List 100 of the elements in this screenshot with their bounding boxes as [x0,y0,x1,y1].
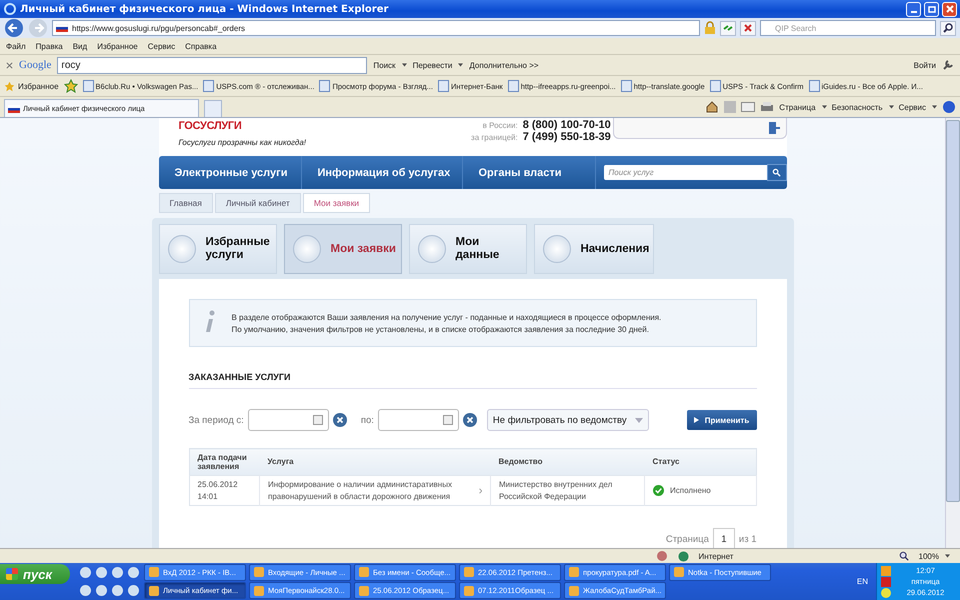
search-button[interactable] [766,164,786,181]
breadcrumb[interactable]: Личный кабинет [214,193,301,213]
quick-launch-icon[interactable] [128,585,138,596]
column-header: Статус [644,448,756,476]
filter-label: За период с: [188,414,244,426]
section-tab[interactable]: Начисления [534,224,654,274]
table-cell: 25.06.2012 14:01 [189,476,260,506]
quick-launch-icon[interactable] [128,566,138,578]
chevron-icon [478,486,482,496]
info-text: В разделе отображаются Ваши заявления на получение услуг - поданные и находящиеся в процессе оформления. [232,312,662,322]
browser-logo-icon [3,2,17,16]
flag-icon [56,24,68,32]
search-field[interactable]: Поиск услуг [604,165,766,180]
menu-item[interactable]: Справка [185,42,217,50]
translate-button[interactable]: Перевести [412,60,464,70]
menu-item[interactable]: Файл [6,42,26,50]
page-field[interactable]: 1 [712,528,735,548]
login-button[interactable]: Войти [914,60,936,70]
caret-icon [402,63,407,67]
nav-item[interactable]: Электронные услуги [158,156,302,189]
apply-button[interactable]: Применить [686,410,756,430]
table-cell[interactable]: Информирование о наличии администаративных правонарушений в области дорожного движения [260,476,490,506]
address-field[interactable]: https://www.gosuslugi.ru/pgu/personcab#_orders [52,20,700,36]
page-total: из 1 [738,534,756,545]
minimize-icon [910,11,916,13]
search-button[interactable]: Поиск [373,60,407,70]
command-menu[interactable]: Страница [779,102,827,112]
menu-item[interactable]: Сервис [148,42,176,50]
agency-dropdown[interactable]: Не фильтровать по ведомству [486,409,649,431]
site-logo[interactable]: ГОСУСЛУГИ [178,120,376,132]
google-logo: Google [19,59,52,71]
scrollbar[interactable] [945,118,960,548]
command-menu[interactable]: Сервис [898,102,937,112]
table-cell: Министерство внутренних дел Российской Федерации [490,476,644,506]
breadcrumb[interactable]: Мои заявки [302,193,370,213]
clear-icon[interactable] [462,413,477,427]
window-title: Личный кабинет физического лица - Windows Internet Explorer [20,4,388,14]
add-favorite-icon[interactable] [64,79,78,93]
mail-icon[interactable] [741,102,756,112]
close-icon [944,4,954,14]
filter-label: по: [360,414,374,426]
search-icon [772,168,781,177]
quick-launch-icon[interactable] [112,566,122,578]
info-text: По умолчанию, значения фильтров не установлены, и в списке отображаются заявления за последние 30 дней. [232,324,650,334]
date-field[interactable] [248,409,329,431]
quick-launch-icon[interactable] [112,585,122,596]
caret-icon [932,105,937,109]
column-header: Услуга [260,448,490,476]
home-icon[interactable] [705,100,720,114]
phone-number: 7 (499) 550-18-39 [522,131,612,143]
flag-icon [8,104,20,112]
minimize-button[interactable] [906,2,921,16]
security-zone: Интернет [698,552,734,560]
quick-launch-icon[interactable] [80,566,90,578]
refresh-button[interactable] [720,20,736,36]
column-header: Дата подачи заявления [189,448,260,476]
stop-icon [742,22,754,34]
page-label: Страница [666,534,709,545]
column-header: Ведомство [490,448,644,476]
quick-launch-icon[interactable] [96,585,106,596]
favorites-button[interactable]: Избранное [4,80,59,92]
command-menu[interactable]: Безопасность [832,102,894,112]
more-button[interactable]: Дополнительно >> [469,60,539,70]
back-button[interactable] [4,18,24,38]
breadcrumb[interactable]: Главная [158,193,213,213]
quick-launch-icon[interactable] [96,566,106,578]
phone-label: в России: [482,121,518,130]
caret-icon [888,105,894,109]
zoom-button[interactable]: 100% [918,552,950,560]
menu-item[interactable]: Правка [36,42,63,50]
section-tab[interactable]: Мои данные [408,224,526,274]
close-button[interactable] [942,2,957,16]
caret-icon [945,554,950,558]
close-icon[interactable] [6,62,13,68]
restore-icon [926,4,936,14]
caret-icon [822,105,827,109]
nav-item[interactable]: Органы власти [462,156,596,189]
nav-item[interactable]: Информация об услугах [302,156,462,189]
menu-item[interactable]: Избранное [97,42,138,50]
stop-button[interactable] [740,20,756,36]
wrench-icon[interactable] [942,59,954,71]
lock-icon [704,21,716,35]
search-field[interactable]: госу [57,56,368,74]
language-indicator[interactable]: EN [856,577,868,586]
printer-icon[interactable] [760,101,774,113]
restore-button[interactable] [924,2,939,16]
slogan: Госуслуги прозрачны как никогда! [178,138,307,147]
caret-icon [634,418,643,422]
search-button[interactable] [940,20,956,36]
clear-icon[interactable] [332,413,347,427]
magnifier-icon [898,551,909,561]
section-tab[interactable]: Мои заявки [284,224,402,274]
quick-launch-icon[interactable] [80,585,90,596]
phone-label: за границей: [471,133,518,142]
menu-item[interactable]: Вид [72,42,88,50]
date-field[interactable] [378,409,459,431]
globe-icon [678,550,689,562]
caret-icon [458,63,464,67]
door-icon[interactable] [768,121,780,135]
section-tab[interactable]: Избранные услуги [158,224,276,274]
